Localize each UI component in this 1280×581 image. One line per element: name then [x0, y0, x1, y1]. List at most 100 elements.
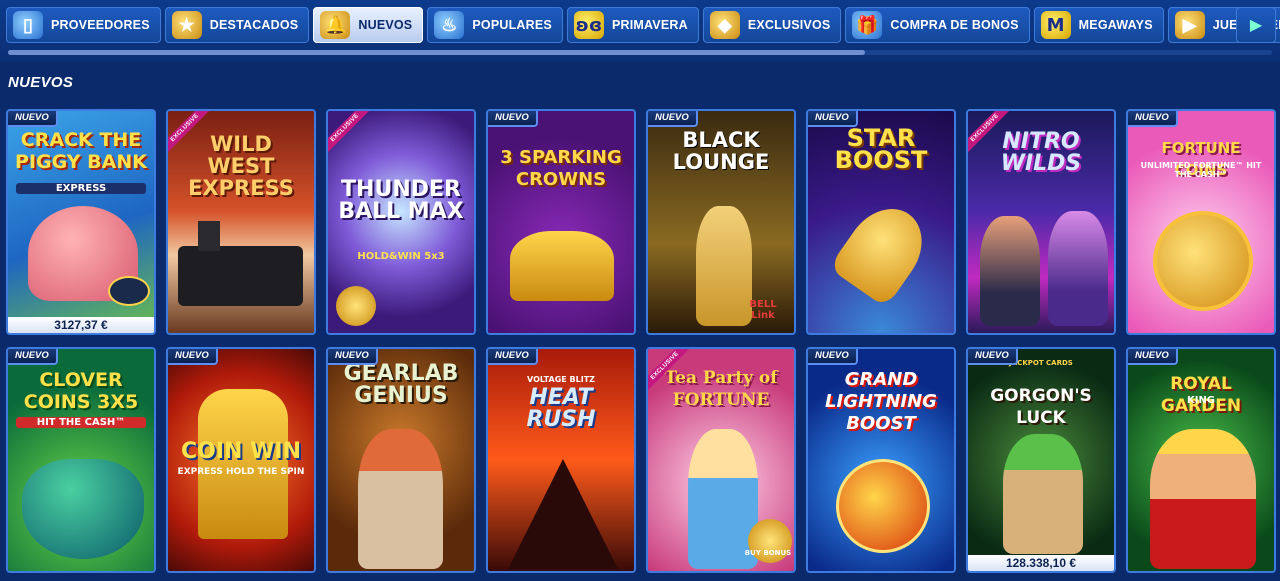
- status-badge: NUEVO: [488, 111, 538, 127]
- gift-icon: 🎁: [852, 11, 883, 39]
- game-tile-clover-coins[interactable]: CLOVER COINS 3x5 HIT THE CASH™ NUEVO: [6, 347, 156, 573]
- game-subtitle: VOLTAGE BLITZ: [527, 375, 595, 384]
- game-title: WILD WEST EXPRESS: [188, 132, 294, 200]
- alice-art: [688, 429, 758, 569]
- game-title: CRACK THE PIGGY BANK: [15, 129, 147, 173]
- pot-of-gold-art: [22, 459, 144, 559]
- game-title: HEAT RUSH: [526, 385, 596, 432]
- rocket-art: [828, 194, 938, 308]
- game-tile-coin-win[interactable]: COIN WIN EXPRESS HOLD THE SPIN NUEVO: [166, 347, 316, 573]
- game-subtitle: EXPRESS: [16, 183, 146, 194]
- king-art: [1150, 429, 1256, 569]
- live-play-icon: ▶: [1174, 11, 1205, 39]
- game-subtitle: HIT THE CASH™: [16, 417, 146, 428]
- game-title: 3 SPARKING CROWNS: [500, 147, 622, 190]
- tab-label: NUEVOS: [358, 18, 413, 32]
- game-title: COIN WIN: [181, 439, 301, 464]
- character-woman-art: [1048, 211, 1108, 326]
- status-badge: NUEVO: [168, 349, 218, 365]
- status-badge: NUEVO: [8, 349, 58, 365]
- game-title: BLACK LOUNGE: [672, 128, 770, 174]
- game-tile-gorgons-luck[interactable]: JACKPOT CARDS GORGON'S LUCK NUEVO 128.33…: [966, 347, 1116, 573]
- torch-icon: ♨: [434, 11, 465, 39]
- tab-compra-de-bonos[interactable]: 🎁 COMPRA DE BONOS: [845, 7, 1030, 43]
- game-title: GORGON'S LUCK: [990, 386, 1092, 428]
- game-title: Tea Party of FORTUNE: [664, 368, 778, 410]
- phone-icon: ▯: [13, 11, 43, 39]
- megaways-m-icon: M: [1040, 11, 1071, 39]
- train-chimney-art: [198, 221, 220, 251]
- game-subtitle: HOLD&WIN 5x3: [357, 251, 445, 262]
- nav-next-button[interactable]: ▶: [1236, 7, 1276, 43]
- game-title: GRAND LIGHTNING BOOST: [825, 369, 937, 434]
- volcano-art: [508, 459, 618, 569]
- game-subtitle: EXPRESS HOLD THE SPIN: [177, 467, 305, 477]
- status-badge: NUEVO: [648, 111, 698, 127]
- tab-proveedores[interactable]: ▯ PROVEEDORES: [6, 7, 161, 43]
- game-title: THUNDER BALL MAX: [338, 177, 464, 224]
- nav-scrollbar[interactable]: [8, 50, 1272, 55]
- status-badge: NUEVO: [488, 349, 538, 365]
- game-title: NITRO WILDS: [1000, 129, 1082, 176]
- game-tile-royal-garden[interactable]: ROYAL GARDEN KING NUEVO: [1126, 347, 1276, 573]
- status-badge: NUEVO: [1128, 111, 1178, 127]
- status-badge: NUEVO: [1128, 349, 1178, 365]
- game-tile-heat-rush[interactable]: VOLTAGE BLITZ HEAT RUSH NUEVO: [486, 347, 636, 573]
- tab-label: POPULARES: [472, 18, 552, 32]
- game-tile-tea-party-of-fortune[interactable]: Tea Party of FORTUNE BUY BONUS EXCLUSIVE: [646, 347, 796, 573]
- tab-nuevos[interactable]: 🔔 NUEVOS: [313, 7, 424, 43]
- status-badge: NUEVO: [808, 349, 858, 365]
- tab-label: COMPRA DE BONOS: [890, 18, 1019, 32]
- category-nav: ▯ PROVEEDORES ★ DESTACADOS 🔔 NUEVOS ♨ PO…: [0, 0, 1280, 62]
- tab-label: EXCLUSIVOS: [747, 18, 831, 32]
- crown-art: [510, 231, 614, 301]
- buy-bonus-icon: [336, 286, 376, 326]
- game-tile-fortune-coins[interactable]: FORTUNE COINS UNLIMITED FORTUNE™ HIT THE…: [1126, 109, 1276, 335]
- tab-primavera[interactable]: ʚɞ PRIMAVERA: [566, 7, 699, 43]
- chevron-right-icon: ▶: [1249, 17, 1263, 34]
- status-badge: NUEVO: [968, 349, 1018, 365]
- game-thumbnail: [968, 349, 1114, 571]
- game-tile-star-boost[interactable]: STAR BOOST NUEVO: [806, 109, 956, 335]
- jackpot-hunt-icon: [108, 276, 150, 306]
- category-tabs: ▯ PROVEEDORES ★ DESTACADOS 🔔 NUEVOS ♨ PO…: [6, 7, 1280, 43]
- status-badge: NUEVO: [808, 111, 858, 127]
- bell-icon: 🔔: [320, 11, 351, 39]
- tab-populares[interactable]: ♨ POPULARES: [427, 7, 563, 43]
- tab-exclusivos[interactable]: ◆ EXCLUSIVOS: [702, 7, 842, 43]
- tab-destacados[interactable]: ★ DESTACADOS: [164, 7, 310, 43]
- game-tile-gearlab-genius[interactable]: GEARLAB GENIUS NUEVO: [326, 347, 476, 573]
- gold-coin-art: [1153, 211, 1253, 311]
- tab-label: PROVEEDORES: [51, 18, 150, 32]
- game-title: STAR BOOST: [834, 124, 928, 174]
- slot-machine-art: [198, 389, 288, 539]
- status-badge: NUEVO: [8, 111, 58, 127]
- status-badge: NUEVO: [328, 349, 378, 365]
- train-art: [178, 246, 303, 306]
- game-thumbnail: [488, 111, 634, 333]
- inventor-girl-art: [358, 429, 443, 569]
- star-icon: ★: [171, 11, 202, 39]
- game-tile-nitro-wilds[interactable]: NITRO WILDS EXCLUSIVE: [966, 109, 1116, 335]
- game-tile-3-sparking-crowns[interactable]: 3 SPARKING CROWNS NUEVO: [486, 109, 636, 335]
- tab-label: PRIMAVERA: [611, 18, 688, 32]
- gem-icon: ◆: [709, 11, 740, 39]
- lightning-bolt-art: [836, 459, 930, 553]
- section-title: NUEVOS: [8, 74, 74, 91]
- tab-label: MEGAWAYS: [1078, 18, 1153, 32]
- jackpot-amount: 3127,37 €: [8, 317, 154, 333]
- game-tile-thunder-ball-max[interactable]: THUNDER BALL MAX HOLD&WIN 5x3 EXCLUSIVE: [326, 109, 476, 335]
- game-tile-grand-lightning-boost[interactable]: GRAND LIGHTNING BOOST NUEVO: [806, 347, 956, 573]
- game-subtitle: KING: [1186, 395, 1216, 406]
- game-tile-wild-west-express[interactable]: WILD WEST EXPRESS EXCLUSIVE: [166, 109, 316, 335]
- game-subtitle: BELL Link: [749, 299, 777, 321]
- game-title: CLOVER COINS 3x5: [23, 369, 139, 413]
- game-tile-black-lounge[interactable]: BLACK LOUNGE BELL Link NUEVO: [646, 109, 796, 335]
- medusa-art: [1003, 434, 1083, 554]
- tab-megaways[interactable]: M MEGAWAYS: [1033, 7, 1164, 43]
- nav-scrollbar-thumb[interactable]: [8, 50, 865, 55]
- game-tile-crack-the-piggy-bank[interactable]: CRACK THE PIGGY BANK EXPRESS NUEVO 3127,…: [6, 109, 156, 335]
- game-title: GEARLAB GENIUS: [343, 361, 459, 408]
- tab-label: DESTACADOS: [209, 18, 299, 32]
- character-man-art: [980, 216, 1040, 326]
